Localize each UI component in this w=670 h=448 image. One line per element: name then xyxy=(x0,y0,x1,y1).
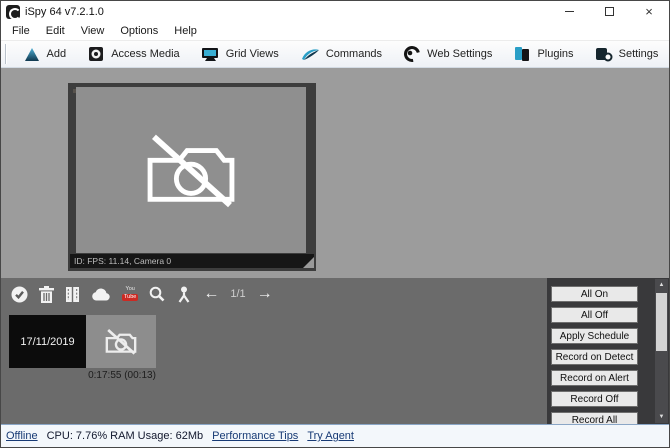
camera-status-text: ID: FPS: 11.14, Camera 0 xyxy=(74,256,172,266)
youtube-icon-box: Tube xyxy=(122,293,139,301)
toolbar-item-commands[interactable]: Commands xyxy=(300,46,382,62)
plugins-icon xyxy=(515,47,530,61)
ispy-window: iSpy 64 v7.2.1.0 × File Edit View Option… xyxy=(0,0,670,448)
cloud-upload-button[interactable] xyxy=(91,287,111,302)
minimize-icon xyxy=(564,11,574,12)
web-settings-icon xyxy=(404,46,421,62)
camera-resize-grip[interactable] xyxy=(303,257,314,268)
camera-actions-panel: All On All Off Apply Schedule Record on … xyxy=(547,278,669,424)
no-camera-thumb-icon xyxy=(105,329,137,355)
scroll-down-icon: ▼ xyxy=(658,414,665,420)
media-date-label: 17/11/2019 xyxy=(20,335,75,348)
toolbar-label: Commands xyxy=(325,48,383,60)
toolbar-item-grid-views[interactable]: Grid Views xyxy=(201,45,279,63)
media-clip-caption: 0:17:55 (00:13) xyxy=(88,370,156,381)
no-camera-icon xyxy=(147,134,235,208)
camera-workspace: ID: FPS: 11.14, Camera 0 xyxy=(1,68,669,278)
scroll-down-button[interactable]: ▼ xyxy=(655,411,668,423)
select-all-button[interactable] xyxy=(11,286,28,303)
toolbar-label: Add xyxy=(46,48,67,60)
toolbar-label: Web Settings xyxy=(427,48,493,60)
search-media-button[interactable] xyxy=(149,286,165,302)
close-icon: × xyxy=(645,4,653,19)
all-off-button[interactable]: All Off xyxy=(551,307,638,323)
toolbar-label: Settings xyxy=(618,48,659,60)
check-circle-icon xyxy=(11,286,28,302)
media-panel: You Tube ← 1/1 → 17/11/2019 0:17:55 (00:… xyxy=(1,278,669,424)
record-on-alert-button[interactable]: Record on Alert xyxy=(551,370,638,386)
record-all-button[interactable]: Record All xyxy=(551,412,638,424)
toolbar-label: Plugins xyxy=(537,48,574,60)
menu-options[interactable]: Options xyxy=(112,22,166,40)
media-toolbar: You Tube ← 1/1 → xyxy=(11,283,273,305)
menu-help[interactable]: Help xyxy=(166,22,205,40)
maximize-icon xyxy=(604,7,614,16)
camera-status-bar: ID: FPS: 11.14, Camera 0 xyxy=(70,254,314,268)
object-tracking-button[interactable] xyxy=(176,286,192,303)
camera-panel[interactable]: ID: FPS: 11.14, Camera 0 xyxy=(68,83,316,271)
status-bar: Offline CPU: 7.76% RAM Usage: 62Mb Perfo… xyxy=(1,424,669,447)
scroll-up-button[interactable]: ▲ xyxy=(655,279,668,291)
generate-media-button[interactable] xyxy=(65,286,80,303)
maximize-button[interactable] xyxy=(589,1,629,22)
try-agent-link[interactable]: Try Agent xyxy=(307,430,354,442)
youtube-icon: You xyxy=(125,286,135,292)
title-bar[interactable]: iSpy 64 v7.2.1.0 × xyxy=(1,1,669,22)
person-icon xyxy=(178,286,190,303)
offline-link[interactable]: Offline xyxy=(6,430,38,442)
toolbar-item-add[interactable]: Add xyxy=(23,45,67,63)
prev-page-button[interactable]: ← xyxy=(203,284,219,304)
toolbar-label: Grid Views xyxy=(225,48,279,60)
menu-file[interactable]: File xyxy=(4,22,38,40)
main-toolbar: Add Access Media Grid Views Commands Web… xyxy=(1,40,669,68)
toolbar-item-web-settings[interactable]: Web Settings xyxy=(403,45,492,63)
right-arrow-icon: → xyxy=(256,285,273,302)
cloud-icon xyxy=(92,287,110,301)
youtube-upload-button[interactable]: You Tube xyxy=(122,286,139,301)
settings-icon xyxy=(595,48,613,62)
menu-edit[interactable]: Edit xyxy=(38,22,73,40)
scrollbar-thumb[interactable] xyxy=(656,293,667,351)
toolbar-item-access-media[interactable]: Access Media xyxy=(87,45,180,63)
close-button[interactable]: × xyxy=(629,1,669,22)
commands-icon xyxy=(301,49,319,60)
apply-schedule-button[interactable]: Apply Schedule xyxy=(551,328,638,344)
app-icon xyxy=(6,4,21,20)
actions-scrollbar[interactable]: ▲ ▼ xyxy=(655,279,668,423)
access-media-icon xyxy=(89,47,104,61)
delete-button[interactable] xyxy=(39,285,54,303)
all-on-button[interactable]: All On xyxy=(551,286,638,302)
toolbar-item-settings[interactable]: Settings xyxy=(595,45,659,63)
window-title: iSpy 64 v7.2.1.0 xyxy=(25,5,104,18)
cpu-ram-usage: CPU: 7.76% RAM Usage: 62Mb xyxy=(46,430,204,442)
menu-bar: File Edit View Options Help xyxy=(1,22,669,40)
scroll-up-icon: ▲ xyxy=(658,282,665,288)
minimize-button[interactable] xyxy=(549,1,589,22)
add-icon xyxy=(24,48,39,61)
menu-view[interactable]: View xyxy=(73,22,113,40)
media-date-thumbnail[interactable]: 17/11/2019 xyxy=(9,315,86,368)
grid-views-icon xyxy=(201,48,218,61)
performance-tips-link[interactable]: Performance Tips xyxy=(212,430,298,442)
next-page-button[interactable]: → xyxy=(257,284,273,304)
toolbar-item-plugins[interactable]: Plugins xyxy=(513,45,574,63)
page-indicator: 1/1 xyxy=(230,288,246,300)
filmstrip-icon xyxy=(66,286,79,302)
camera-view[interactable] xyxy=(76,87,306,253)
search-icon xyxy=(150,286,165,302)
record-off-button[interactable]: Record Off xyxy=(551,391,638,407)
media-clip-thumbnail[interactable] xyxy=(86,315,156,368)
trash-icon xyxy=(39,285,54,303)
record-on-detect-button[interactable]: Record on Detect xyxy=(551,349,638,365)
toolbar-grip[interactable] xyxy=(5,44,7,64)
left-arrow-icon: ← xyxy=(203,285,220,302)
toolbar-label: Access Media xyxy=(111,48,180,60)
